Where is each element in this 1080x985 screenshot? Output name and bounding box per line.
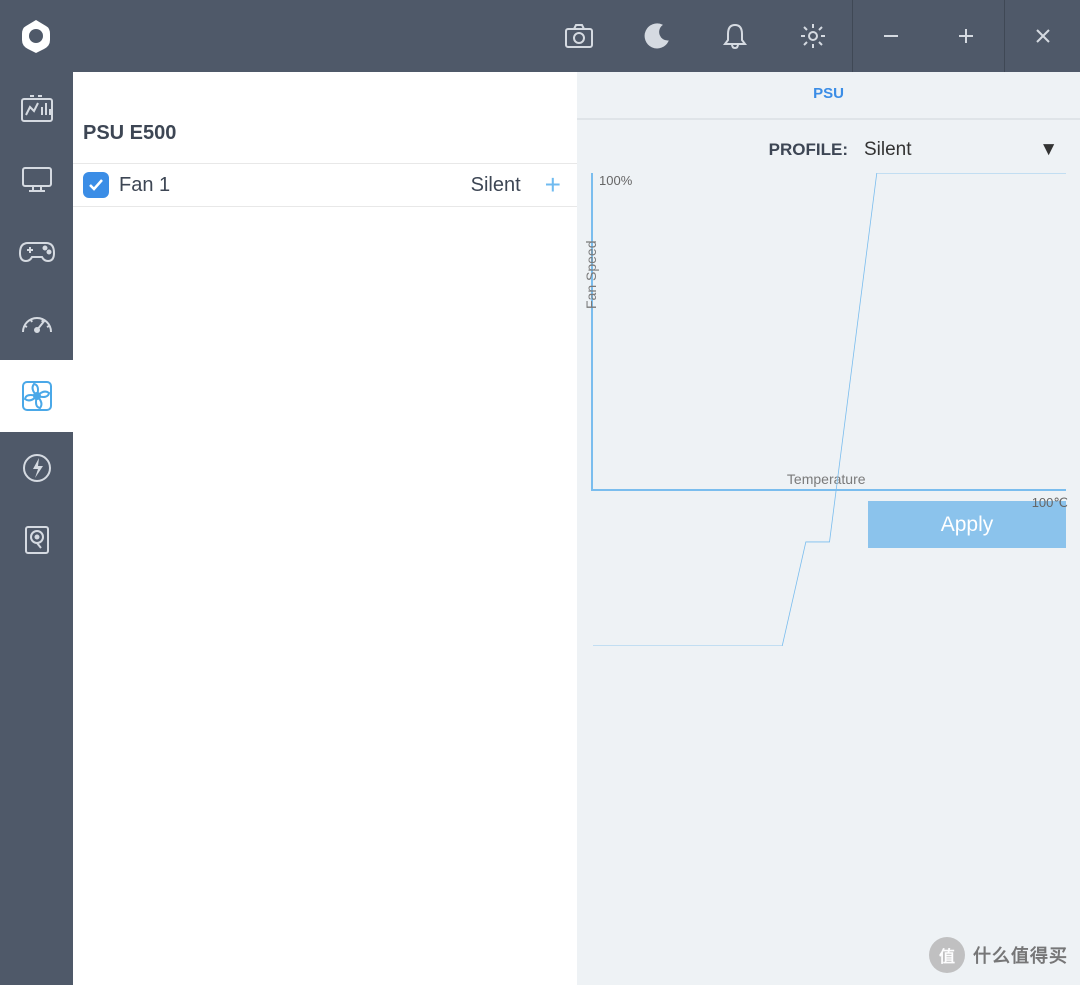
fan-row[interactable]: Fan 1 Silent + <box>73 163 577 207</box>
sidebar-item-display[interactable] <box>0 144 73 216</box>
sidebar <box>0 72 73 985</box>
fan-curve-line <box>593 173 1066 646</box>
sidebar-item-dashboard[interactable] <box>0 72 73 144</box>
watermark-badge: 值 <box>929 937 965 973</box>
device-title: PSU E500 <box>73 122 577 163</box>
watermark-text: 什么值得买 <box>973 942 1068 968</box>
fan-name: Fan 1 <box>119 174 471 197</box>
screenshot-icon[interactable] <box>540 0 618 72</box>
watermark: 值 什么值得买 <box>929 937 1068 973</box>
profile-panel: PSU PROFILE: Silent ▼ 100% Fan Speed Tem… <box>577 72 1080 985</box>
settings-gear-icon[interactable] <box>774 0 852 72</box>
window-maximize-button[interactable] <box>928 0 1004 72</box>
add-fan-button[interactable]: + <box>539 169 567 201</box>
sidebar-item-performance[interactable] <box>0 288 73 360</box>
device-list-panel: PSU E500 Fan 1 Silent + <box>73 72 577 985</box>
window-close-button[interactable] <box>1004 0 1080 72</box>
profile-label: PROFILE: <box>769 140 848 160</box>
sidebar-item-gaming[interactable] <box>0 216 73 288</box>
dark-mode-icon[interactable] <box>618 0 696 72</box>
tab-psu[interactable]: PSU <box>783 72 874 118</box>
app-logo-icon <box>0 16 72 56</box>
sidebar-item-storage[interactable] <box>0 504 73 576</box>
sidebar-item-power[interactable] <box>0 432 73 504</box>
profile-selected: Silent <box>864 139 912 161</box>
fan-mode: Silent <box>471 174 521 197</box>
sidebar-item-fan[interactable] <box>0 360 73 432</box>
titlebar <box>0 0 1080 72</box>
chevron-down-icon: ▼ <box>1039 139 1058 161</box>
fan-checkbox[interactable] <box>83 172 109 198</box>
window-minimize-button[interactable] <box>852 0 928 72</box>
profile-select[interactable]: Silent ▼ <box>856 135 1066 165</box>
fan-curve-chart[interactable]: 100% Fan Speed Temperature 100℃ <box>591 173 1066 491</box>
bell-icon[interactable] <box>696 0 774 72</box>
tab-row: PSU <box>577 72 1080 120</box>
